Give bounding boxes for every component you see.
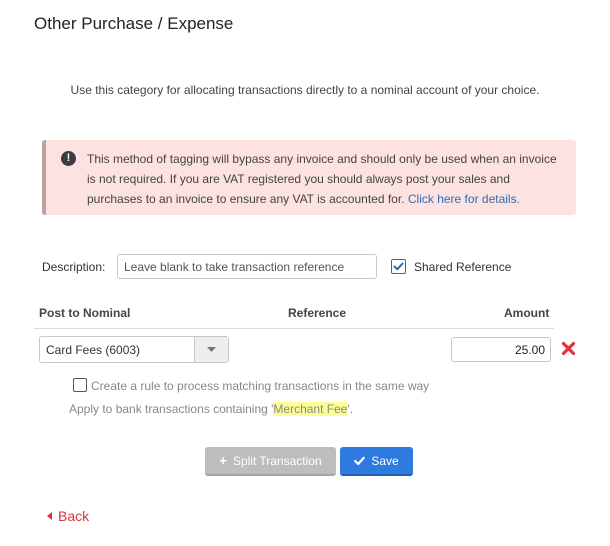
split-transaction-button[interactable]: + Split Transaction bbox=[205, 447, 336, 476]
dropdown-caret-button[interactable] bbox=[194, 337, 228, 362]
exclamation-circle-icon: ! bbox=[61, 151, 76, 166]
page-title: Other Purchase / Expense bbox=[34, 14, 234, 33]
apply-rule-text: Apply to bank transactions containing 'M… bbox=[69, 402, 353, 416]
apply-prefix: Apply to bank transactions containing ' bbox=[69, 402, 274, 416]
description-label: Description: bbox=[42, 260, 106, 274]
apply-suffix: '. bbox=[347, 402, 354, 416]
save-label: Save bbox=[371, 453, 399, 468]
shared-reference-label: Shared Reference bbox=[414, 260, 512, 274]
create-rule-checkbox[interactable] bbox=[73, 378, 87, 392]
checkmark-icon bbox=[393, 262, 404, 271]
header-amount: Amount bbox=[504, 306, 550, 320]
details-link[interactable]: Click here for details. bbox=[408, 192, 520, 206]
split-transaction-label: Split Transaction bbox=[232, 453, 322, 468]
nominal-select[interactable]: Card Fees (6003) bbox=[39, 336, 229, 363]
chevron-down-icon bbox=[207, 346, 216, 352]
create-rule-label: Create a rule to process matching transa… bbox=[91, 379, 430, 393]
back-link[interactable]: Back bbox=[47, 508, 89, 524]
nominal-selected-value: Card Fees (6003) bbox=[46, 343, 141, 357]
back-label: Back bbox=[58, 508, 90, 524]
save-button[interactable]: Save bbox=[340, 447, 413, 476]
alert-message: This method of tagging will bypass any i… bbox=[87, 149, 567, 209]
header-reference: Reference bbox=[288, 306, 347, 320]
header-post-to-nominal: Post to Nominal bbox=[39, 306, 131, 320]
caret-left-icon bbox=[47, 512, 52, 520]
checkmark-icon bbox=[354, 456, 366, 465]
amount-input[interactable] bbox=[451, 337, 551, 362]
shared-reference-checkbox[interactable] bbox=[391, 259, 406, 274]
intro-text: Use this category for allocating transac… bbox=[70, 83, 540, 97]
warning-alert: ! This method of tagging will bypass any… bbox=[42, 140, 576, 215]
remove-row-icon[interactable] bbox=[561, 341, 576, 356]
match-term: Merchant Fee bbox=[273, 402, 348, 416]
description-input[interactable] bbox=[117, 254, 377, 279]
header-divider bbox=[34, 328, 554, 329]
plus-icon: + bbox=[219, 453, 227, 468]
